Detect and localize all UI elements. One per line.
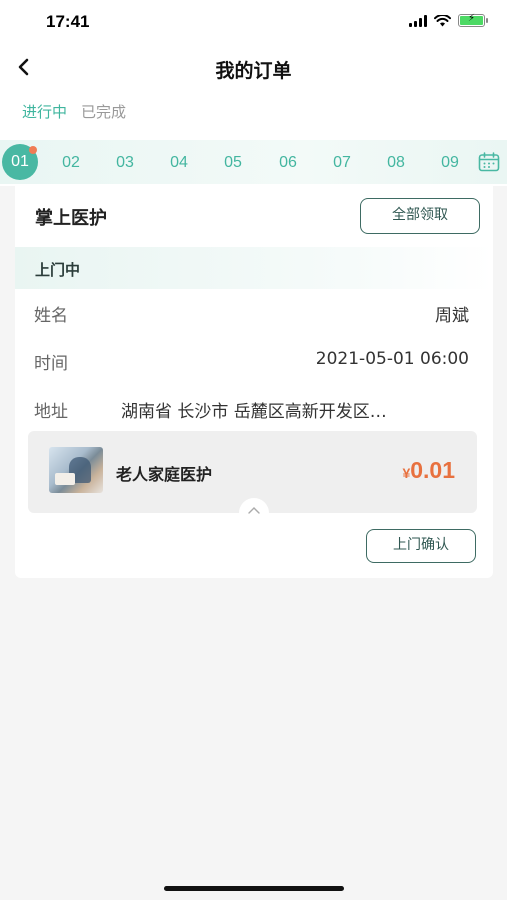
- name-value: 周斌: [435, 306, 469, 326]
- date-item-05[interactable]: 05: [216, 154, 250, 172]
- claim-all-button[interactable]: 全部领取: [360, 198, 480, 234]
- battery-icon: ⚡: [458, 13, 488, 27]
- date-item-06[interactable]: 06: [271, 154, 305, 172]
- chevron-up-icon: [248, 507, 260, 514]
- page-title: 我的订单: [215, 60, 292, 82]
- date-item-03[interactable]: 03: [108, 154, 142, 172]
- signal-icon: [409, 14, 427, 27]
- wifi-icon: [434, 14, 451, 26]
- time-label: 时间: [34, 354, 68, 374]
- home-indicator: [164, 886, 344, 891]
- tab-in-progress[interactable]: 进行中: [22, 101, 67, 122]
- order-state-label: 上门中: [35, 261, 81, 279]
- status-icons: ⚡: [409, 13, 488, 27]
- date-item-04[interactable]: 04: [162, 154, 196, 172]
- address-label: 地址: [34, 402, 68, 422]
- service-price: ¥0.01: [402, 457, 455, 484]
- date-item-09[interactable]: 09: [433, 154, 467, 172]
- calendar-icon[interactable]: [478, 152, 500, 172]
- address-value: 湖南省 长沙市 岳麓区高新开发区…: [121, 402, 387, 422]
- price-amount: 0.01: [410, 457, 455, 483]
- date-item-07[interactable]: 07: [325, 154, 359, 172]
- status-time: 17:41: [46, 12, 90, 31]
- time-value: 2021-05-01 06:00: [315, 349, 469, 369]
- order-state-bar: 上门中: [15, 247, 493, 289]
- date-strip: 01 02 03 04 05 06 07 08 09: [0, 140, 507, 184]
- notification-dot: [29, 146, 37, 154]
- card-title: 掌上医护: [35, 208, 107, 229]
- tab-completed[interactable]: 已完成: [81, 101, 126, 122]
- date-item-08[interactable]: 08: [379, 154, 413, 172]
- confirm-visit-button[interactable]: 上门确认: [366, 529, 476, 563]
- order-status-tabs: 进行中 已完成: [22, 101, 126, 122]
- date-item-02[interactable]: 02: [54, 154, 88, 172]
- order-card: 掌上医护 全部领取 上门中 姓名 周斌 时间 2021-05-01 06:00 …: [15, 186, 493, 578]
- service-name: 老人家庭医护: [116, 465, 213, 484]
- name-label: 姓名: [34, 306, 68, 326]
- service-thumbnail: [49, 447, 103, 493]
